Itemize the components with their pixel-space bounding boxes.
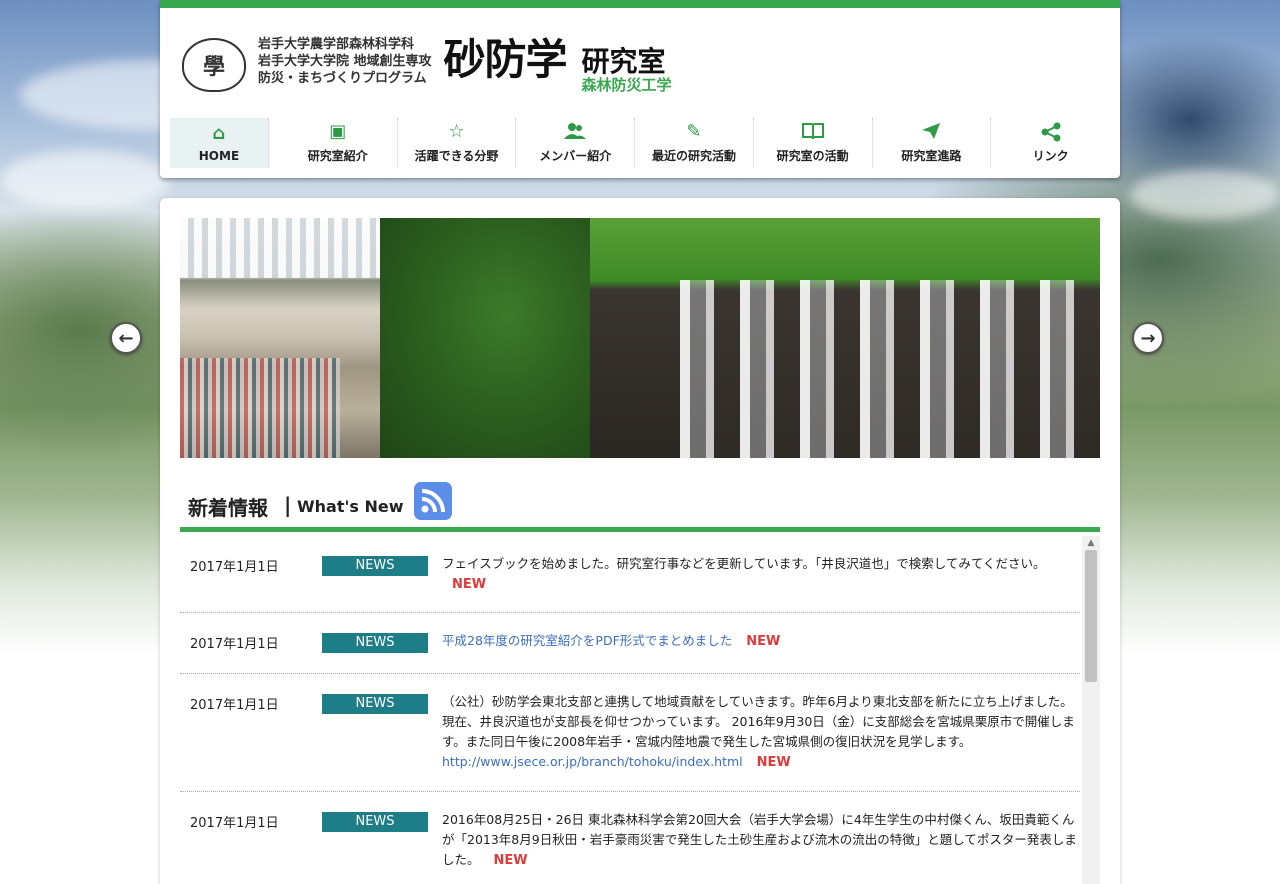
image-icon: ▣: [329, 121, 347, 142]
nav-item-members[interactable]: メンバー紹介: [516, 118, 636, 168]
main-nav: ⌂ HOME ▣ 研究室紹介 ☆ 活躍できる分野 メンバー紹介 ✎ 最近の研究活…: [170, 118, 1110, 168]
scrollbar-thumb[interactable]: [1085, 550, 1097, 682]
slide-photo-waterfall: [590, 218, 1100, 458]
nav-item-lab-intro[interactable]: ▣ 研究室紹介: [279, 118, 398, 168]
new-label: NEW: [756, 755, 791, 770]
photo-water-detail: [680, 280, 1100, 458]
news-badge: NEWS: [322, 556, 428, 576]
news-row: 2017年1月1日 NEWS フェイスブックを始めました。研究室行事などを更新し…: [180, 536, 1080, 613]
site-title: 砂防学 研究室 森林防災工学: [443, 34, 672, 98]
logo[interactable]: 學 岩手大学農学部森林科学科 岩手大学大学院 地域創生専攻 防災・まちづくりプロ…: [182, 34, 672, 98]
nav-label: 最近の研究活動: [651, 149, 736, 163]
nav-label: HOME: [198, 148, 240, 163]
nav-label: 研究室進路: [901, 149, 962, 163]
new-label: NEW: [493, 853, 528, 868]
news-list[interactable]: 2017年1月1日 NEWS フェイスブックを始めました。研究室行事などを更新し…: [180, 536, 1080, 884]
users-icon: [564, 122, 587, 144]
nav-label: 活躍できる分野: [414, 149, 499, 163]
arrow-right-icon: →: [1140, 327, 1156, 349]
news-link[interactable]: 平成28年度の研究室紹介をPDF形式でまとめました: [442, 633, 732, 648]
news-text-block: 平成28年度の研究室紹介をPDF形式でまとめました NEW: [442, 631, 1078, 652]
new-label: NEW: [746, 634, 781, 649]
news-row: 2017年1月1日 NEWS （公社）砂防学会東北支部と連携して地域貢献をしてい…: [180, 674, 1080, 792]
news-date: 2017年1月1日: [190, 560, 279, 575]
news-badge: NEWS: [322, 633, 428, 653]
nav-item-fields[interactable]: ☆ 活躍できる分野: [398, 118, 517, 168]
news-header: 新着情報 | What's New: [180, 480, 1100, 532]
news-date: 2017年1月1日: [190, 698, 279, 713]
nav-label: 研究室の活動: [776, 149, 849, 163]
news-row: 2017年1月1日 NEWS 2016年08月25日・26日 東北森林科学会第2…: [180, 792, 1080, 884]
nav-label: リンク: [1032, 149, 1069, 163]
news-text: （公社）砂防学会東北支部と連携して地域貢献をしていきます。昨年6月より東北支部を…: [442, 694, 1075, 749]
image-slider[interactable]: [180, 218, 1100, 458]
rss-icon[interactable]: [414, 482, 452, 520]
arrow-left-icon: ←: [118, 327, 134, 349]
photo-waterfall-detail: [180, 218, 380, 278]
university-lines: 岩手大学農学部森林科学科 岩手大学大学院 地域創生専攻 防災・まちづくりプログラ…: [258, 36, 432, 87]
news-text: フェイスブックを始めました。研究室行事などを更新しています。「井良沢道也」で検索…: [442, 556, 1046, 571]
nav-label: メンバー紹介: [539, 149, 612, 163]
star-icon: ☆: [448, 121, 465, 142]
main-content: 新着情報 | What's New 2017年1月1日 NEWS フェイスブック…: [160, 198, 1120, 884]
nav-item-careers[interactable]: 研究室進路: [873, 118, 992, 168]
news-date: 2017年1月1日: [190, 637, 279, 652]
news-text: 2016年08月25日・26日 東北森林科学会第20回大会（岩手大学会場）に4年…: [442, 812, 1077, 867]
photo-crowd-detail: [180, 358, 340, 458]
site-title-subtitle: 森林防災工学: [581, 76, 672, 94]
news-badge: NEWS: [322, 812, 428, 832]
university-line: 岩手大学大学院 地域創生専攻: [258, 54, 432, 69]
university-line: 防災・まちづくりプログラム: [258, 71, 427, 86]
news-row: 2017年1月1日 NEWS 平成28年度の研究室紹介をPDF形式でまとめました…: [180, 613, 1080, 674]
nav-item-home[interactable]: ⌂ HOME: [170, 118, 269, 168]
cloud: [1130, 170, 1280, 220]
news-title-jp: 新着情報: [188, 496, 268, 520]
nav-label: 研究室紹介: [307, 149, 368, 163]
news-badge: NEWS: [322, 694, 428, 714]
cloud: [0, 150, 170, 210]
slider-next-button[interactable]: →: [1132, 322, 1164, 354]
university-seal-icon: 學: [182, 38, 246, 92]
nav-item-activities[interactable]: 研究室の活動: [754, 118, 873, 168]
news-date: 2017年1月1日: [190, 816, 279, 831]
share-icon: [1040, 122, 1062, 144]
slider-prev-button[interactable]: ←: [110, 322, 142, 354]
news-link[interactable]: http://www.jsece.or.jp/branch/tohoku/ind…: [442, 754, 743, 769]
home-icon: ⌂: [212, 122, 226, 144]
pen-icon: ✎: [686, 121, 702, 142]
news-text-block: 2016年08月25日・26日 東北森林科学会第20回大会（岩手大学会場）に4年…: [442, 810, 1078, 871]
news-text-block: （公社）砂防学会東北支部と連携して地域貢献をしていきます。昨年6月より東北支部を…: [442, 692, 1078, 773]
site-title-main: 砂防学: [443, 35, 568, 84]
book-icon: [801, 122, 825, 144]
seal-text: 學: [202, 54, 225, 80]
slide-photo-dam-children: [180, 218, 590, 458]
scroll-up-icon[interactable]: ▲: [1082, 536, 1100, 550]
news-text-block: フェイスブックを始めました。研究室行事などを更新しています。「井良沢道也」で検索…: [442, 554, 1078, 595]
news-title-en: What's New: [297, 497, 404, 516]
nav-item-links[interactable]: リンク: [991, 118, 1110, 168]
new-label: NEW: [452, 577, 487, 592]
university-line: 岩手大学農学部森林科学科: [258, 37, 415, 52]
photo-trees-detail: [380, 218, 590, 458]
news-title-separator: |: [284, 493, 292, 517]
nav-item-research[interactable]: ✎ 最近の研究活動: [635, 118, 754, 168]
news-scrollbar[interactable]: ▲: [1082, 536, 1100, 884]
send-icon: [921, 122, 941, 144]
site-header: 學 岩手大学農学部森林科学科 岩手大学大学院 地域創生専攻 防災・まちづくりプロ…: [160, 0, 1120, 178]
